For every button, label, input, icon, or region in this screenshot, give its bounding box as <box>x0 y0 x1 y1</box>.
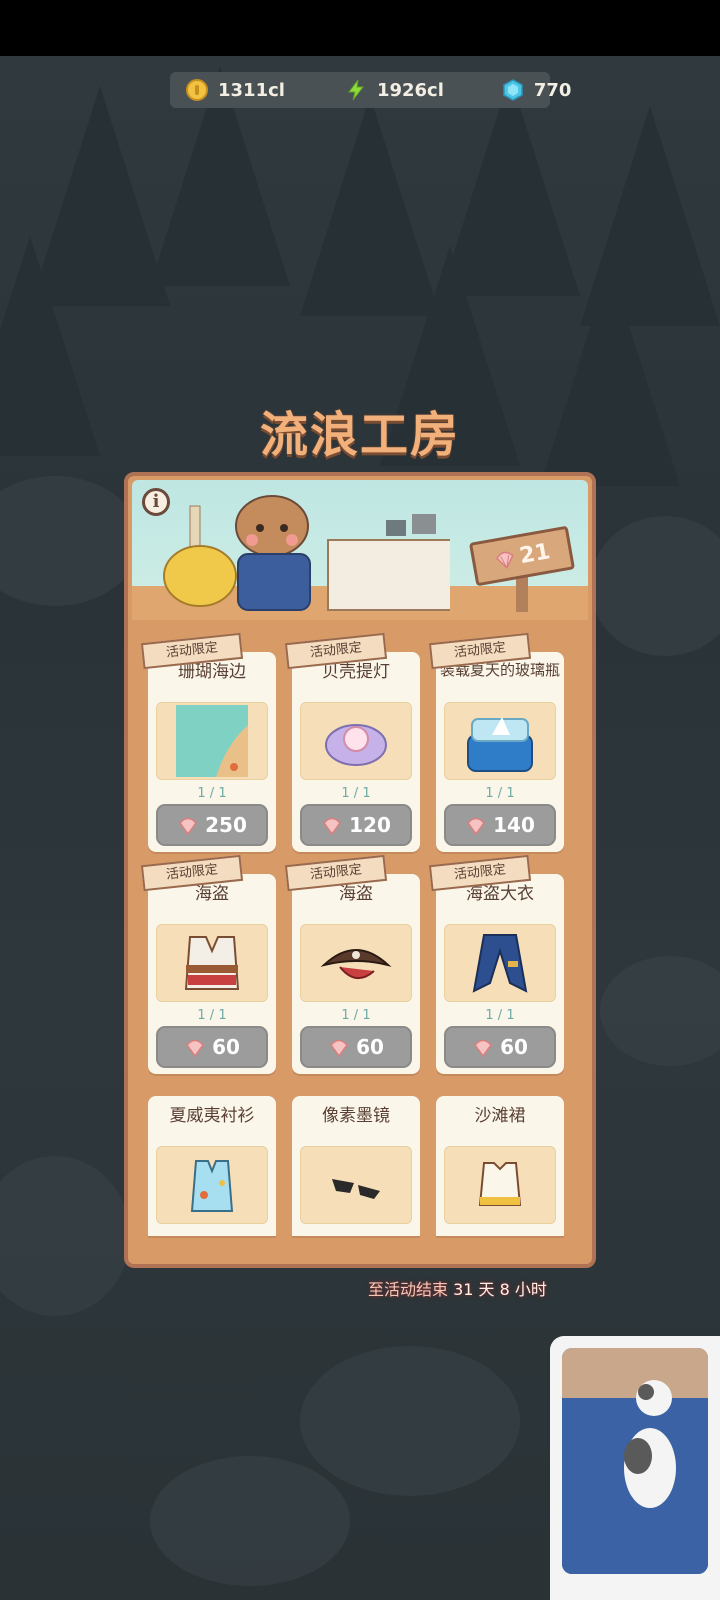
coin-value: 1311cl <box>218 79 285 101</box>
info-icon[interactable]: i <box>142 488 170 516</box>
cat-video-thumbnail <box>562 1348 708 1574</box>
energy-value: 1926cl <box>376 79 444 101</box>
item-image <box>444 1146 556 1224</box>
shop-item-card[interactable]: 海盗大衣 1 / 1 60 活动限定 <box>428 854 564 1074</box>
shop-item-card[interactable]: 海盗 1 / 1 60 活动限定 <box>140 854 276 1074</box>
coral-beach-image <box>176 705 248 777</box>
shop-banner: i 21 <box>132 480 588 620</box>
item-price: 140 <box>493 813 535 837</box>
item-image <box>444 702 556 780</box>
gem-icon <box>503 79 523 101</box>
energy-counter[interactable]: 1926cl <box>345 72 444 108</box>
item-image <box>300 1146 412 1224</box>
item-price: 250 <box>205 813 247 837</box>
shell-icon <box>323 817 342 836</box>
currency-bar: 1311cl 1926cl 770 <box>170 72 571 108</box>
item-image <box>156 1146 268 1224</box>
shell-lantern-image <box>325 724 387 766</box>
pirate-coat-image <box>472 934 528 993</box>
buy-button[interactable]: 120 <box>300 804 412 846</box>
shell-balance-sign: 21 <box>468 525 576 587</box>
item-name: 沙滩裙 <box>474 1106 526 1126</box>
pip-window[interactable] <box>550 1336 720 1600</box>
pirate-vest-image <box>184 936 240 990</box>
item-image <box>156 702 268 780</box>
hawaiian-shirt-image <box>190 1160 234 1212</box>
shell-balance: 21 <box>517 538 553 569</box>
buy-button[interactable]: 60 <box>156 1026 268 1068</box>
shell-icon <box>330 1039 349 1058</box>
shell-icon <box>474 1039 493 1058</box>
countdown-label: 至活动结束 <box>368 1280 449 1299</box>
item-price: 60 <box>500 1035 528 1059</box>
item-image <box>444 924 556 1002</box>
item-image <box>300 702 412 780</box>
energy-icon <box>347 79 364 101</box>
item-price: 60 <box>212 1035 240 1059</box>
shell-icon <box>467 817 486 836</box>
shell-icon <box>495 551 514 570</box>
item-name: 像素墨镜 <box>322 1106 390 1126</box>
shop-item-card[interactable]: 贝壳提灯 1 / 1 120 活动限定 <box>284 632 420 852</box>
buy-button[interactable]: 250 <box>156 804 268 846</box>
gem-counter[interactable]: 770 <box>502 72 572 108</box>
buy-button[interactable]: 60 <box>444 1026 556 1068</box>
item-image <box>300 924 412 1002</box>
gem-value: 770 <box>533 79 572 101</box>
shop-panel: i 21 珊瑚海边 1 / 1 250 活动限定 贝壳提灯 1 / 1 120 … <box>124 472 596 1268</box>
item-stock: 1 / 1 <box>341 1008 371 1023</box>
shopkeeper-illustration <box>163 495 450 611</box>
item-name: 夏威夷衬衫 <box>169 1106 255 1126</box>
countdown-value: 31 天 8 小时 <box>453 1280 547 1299</box>
item-stock: 1 / 1 <box>197 786 227 801</box>
item-stock: 1 / 1 <box>341 786 371 801</box>
item-stock: 1 / 1 <box>485 1008 515 1023</box>
status-bar <box>0 0 720 56</box>
pirate-hat-image <box>320 949 392 979</box>
pixel-sunglasses-image <box>332 1179 380 1199</box>
item-price: 120 <box>349 813 391 837</box>
event-countdown: 至活动结束 31 天 8 小时 <box>368 1276 547 1300</box>
page-title: 流浪工房 <box>259 407 460 463</box>
shell-icon <box>186 1039 205 1058</box>
item-stock: 1 / 1 <box>197 1008 227 1023</box>
shop-item-card[interactable]: 装载夏天的玻璃瓶 1 / 1 140 活动限定 <box>428 632 564 852</box>
shop-item-card[interactable]: 像素墨镜 <box>292 1096 420 1236</box>
item-stock: 1 / 1 <box>485 786 515 801</box>
item-price: 60 <box>356 1035 384 1059</box>
shell-icon <box>179 817 198 836</box>
beach-dress-image <box>478 1162 522 1206</box>
item-image <box>156 924 268 1002</box>
summer-bottle-image <box>467 717 533 772</box>
coin-counter[interactable]: 1311cl <box>186 72 285 108</box>
pip-video <box>562 1348 708 1574</box>
buy-button[interactable]: 60 <box>300 1026 412 1068</box>
shop-item-card[interactable]: 夏威夷衬衫 <box>148 1096 276 1236</box>
shop-item-card[interactable]: 沙滩裙 <box>436 1096 564 1236</box>
buy-button[interactable]: 140 <box>444 804 556 846</box>
coin-icon <box>186 79 208 101</box>
shop-item-card[interactable]: 海盗 1 / 1 60 活动限定 <box>284 854 420 1074</box>
shop-item-card[interactable]: 珊瑚海边 1 / 1 250 活动限定 <box>140 632 276 852</box>
